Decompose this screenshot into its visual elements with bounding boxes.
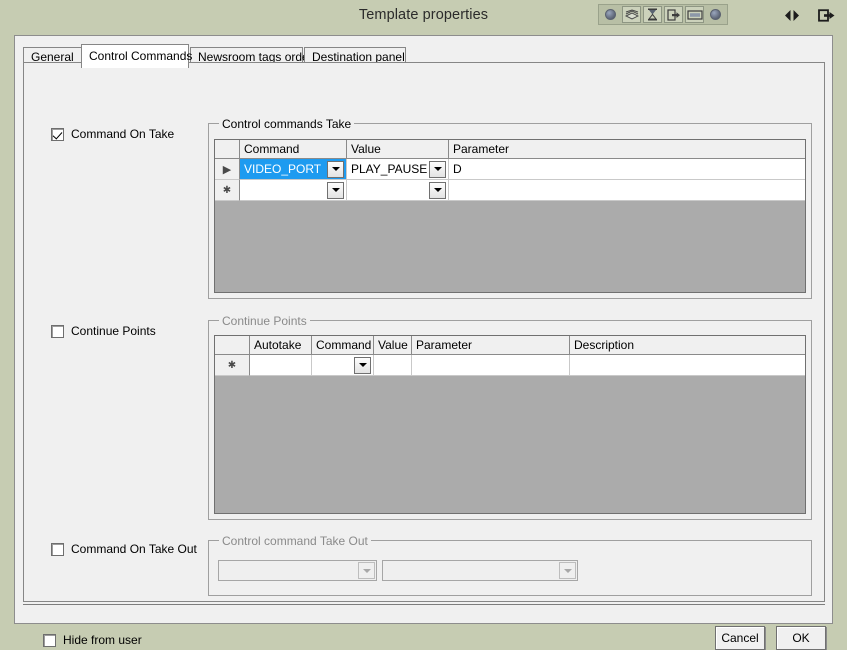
grid-header-row: Command Value Parameter (215, 140, 805, 159)
chevron-down-icon[interactable] (327, 182, 344, 199)
window-title-bar: Template properties (0, 0, 847, 34)
chevron-down-icon[interactable] (559, 562, 576, 579)
window-right-icons (784, 9, 835, 25)
column-header-command[interactable]: Command (312, 336, 374, 354)
rectangle-icon[interactable] (685, 6, 704, 23)
cell-value[interactable]: PLAY_PAUSE (347, 159, 449, 180)
cancel-button[interactable]: Cancel (715, 626, 765, 650)
take-out-value-combo[interactable] (382, 560, 578, 581)
layers-icon[interactable] (622, 6, 641, 23)
footer-separator (23, 604, 825, 605)
cell-description[interactable] (570, 355, 805, 376)
command-on-take-checkbox-row[interactable]: Command On Take (51, 127, 174, 141)
orb-left-icon[interactable] (601, 6, 620, 23)
cell-parameter[interactable] (412, 355, 570, 376)
cell-command-new[interactable] (240, 180, 347, 201)
cell-value[interactable] (374, 355, 412, 376)
control-commands-take-group-title: Control commands Take (219, 117, 354, 131)
table-row-new[interactable]: ✱ (215, 355, 805, 376)
column-header-parameter[interactable]: Parameter (412, 336, 570, 354)
column-header-description[interactable]: Description (570, 336, 805, 354)
command-on-take-out-label: Command On Take Out (71, 542, 197, 556)
title-toolbar[interactable] (598, 4, 728, 25)
continue-points-checkbox[interactable] (51, 325, 64, 338)
row-marker-new[interactable]: ✱ (215, 355, 250, 376)
column-header-parameter[interactable]: Parameter (449, 140, 805, 158)
chevron-down-icon[interactable] (354, 357, 371, 374)
take-out-command-combo[interactable] (218, 560, 377, 581)
hourglass-icon[interactable] (643, 6, 662, 23)
dock-panel-icon[interactable] (818, 9, 835, 25)
command-on-take-checkbox[interactable] (51, 128, 64, 141)
hide-from-user-checkbox-row[interactable]: Hide from user (43, 633, 142, 647)
row-marker-new[interactable]: ✱ (215, 180, 240, 201)
hide-from-user-checkbox[interactable] (43, 634, 56, 647)
hide-from-user-label: Hide from user (63, 633, 142, 647)
continue-points-label: Continue Points (71, 324, 156, 338)
continue-points-checkbox-row[interactable]: Continue Points (51, 324, 156, 338)
orb-right-icon[interactable] (706, 6, 725, 23)
column-header-value[interactable]: Value (347, 140, 449, 158)
cell-parameter-new[interactable] (449, 180, 805, 201)
column-header-value[interactable]: Value (374, 336, 412, 354)
grid-corner-cell (215, 140, 240, 158)
cell-command-text: VIDEO_PORT (240, 159, 327, 179)
table-row[interactable]: ▶ VIDEO_PORT PLAY_PAUSE D (215, 159, 805, 180)
cell-autotake[interactable] (250, 355, 312, 376)
chevron-down-icon[interactable] (429, 182, 446, 199)
table-row-new[interactable]: ✱ (215, 180, 805, 201)
ok-button[interactable]: OK (776, 626, 826, 650)
continue-points-grid[interactable]: Autotake Command Value Parameter Descrip… (214, 335, 806, 514)
column-header-command[interactable]: Command (240, 140, 347, 158)
tab-control-commands[interactable]: Control Commands (81, 44, 189, 68)
chevron-down-icon[interactable] (429, 161, 446, 178)
collapse-horizontal-icon[interactable] (784, 9, 800, 25)
cell-command[interactable] (312, 355, 374, 376)
column-header-autotake[interactable]: Autotake (250, 336, 312, 354)
cell-value-new[interactable] (347, 180, 449, 201)
cell-value-text: PLAY_PAUSE (347, 159, 429, 179)
row-marker-current[interactable]: ▶ (215, 159, 240, 180)
tab-page-control-commands: Command On Take Control commands Take Co… (23, 62, 825, 602)
grid-corner-cell (215, 336, 250, 354)
continue-points-group-title: Continue Points (219, 314, 310, 328)
export-arrow-icon[interactable] (664, 6, 683, 23)
grid-header-row: Autotake Command Value Parameter Descrip… (215, 336, 805, 355)
command-on-take-out-checkbox[interactable] (51, 543, 64, 556)
cell-command[interactable]: VIDEO_PORT (240, 159, 347, 180)
chevron-down-icon[interactable] (327, 161, 344, 178)
cell-parameter[interactable]: D (449, 159, 805, 180)
template-properties-dialog: General Control Commands Newsroom tags o… (14, 35, 833, 624)
control-commands-take-grid[interactable]: Command Value Parameter ▶ VIDEO_PORT PLA… (214, 139, 806, 293)
command-on-take-out-checkbox-row[interactable]: Command On Take Out (51, 542, 197, 556)
command-on-take-label: Command On Take (71, 127, 174, 141)
chevron-down-icon[interactable] (358, 562, 375, 579)
control-command-take-out-group-title: Control command Take Out (219, 534, 371, 548)
